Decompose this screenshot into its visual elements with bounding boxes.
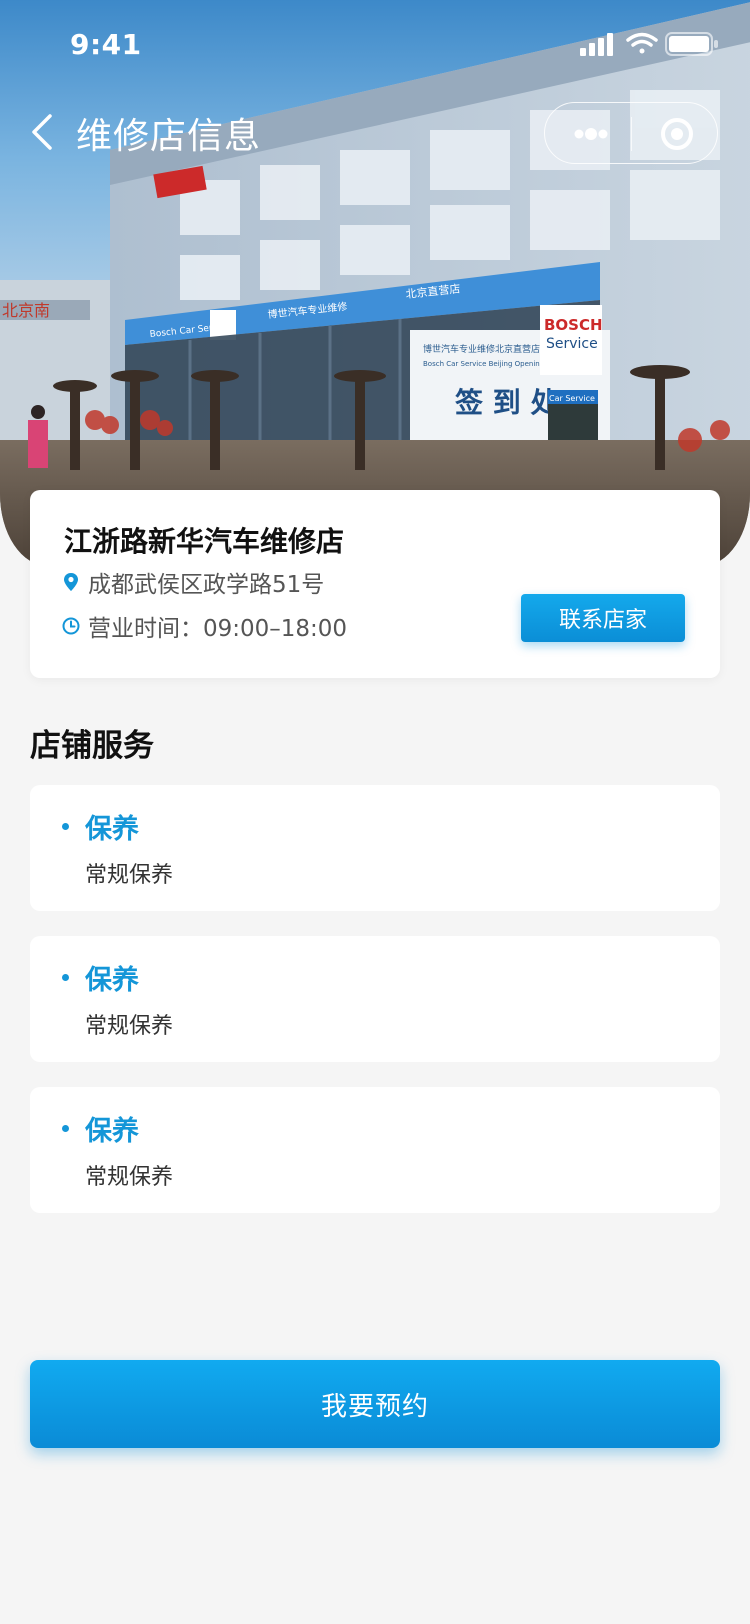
contact-shop-button[interactable]: 联系店家 [521, 594, 685, 642]
back-icon[interactable] [26, 110, 66, 154]
bullet-dot-icon [62, 974, 69, 981]
bullet-dot-icon [62, 1125, 69, 1132]
battery-icon [665, 32, 718, 56]
clock-icon [62, 615, 80, 637]
status-icons [580, 32, 718, 56]
board-line1: 博世汽车专业维修北京直营店 [423, 343, 540, 355]
service-desc: 常规保养 [85, 1014, 174, 1039]
service-name: 保养 [85, 1116, 139, 1147]
board-line2: Bosch Car Service Beijing Opening [423, 360, 544, 368]
signal-icon [580, 33, 613, 56]
wifi-icon [626, 32, 658, 54]
more-icon[interactable] [563, 115, 619, 153]
book-appointment-button[interactable]: 我要预约 [30, 1360, 720, 1448]
service-sign-text: Service [546, 336, 598, 352]
capsule-divider [631, 117, 632, 151]
shop-address-row: 成都武侯区政学路51号 [62, 566, 324, 598]
service-name: 保养 [85, 965, 139, 996]
shop-info-card: 江浙路新华汽车维修店 成都武侯区政学路51号 营业时间：09:00–18:00 … [30, 490, 720, 678]
shop-address: 成都武侯区政学路51号 [88, 572, 325, 598]
status-bar: 9:41 [0, 0, 750, 88]
bosch-sign-text: BOSCH [544, 316, 603, 334]
board-title: 签 到 处 [455, 386, 559, 419]
service-desc: 常规保养 [85, 863, 174, 888]
services-section-title: 店铺服务 [30, 728, 154, 764]
service-card[interactable]: 保养 常规保养 [30, 1087, 720, 1213]
car-service-sign-text: Car Service [549, 394, 595, 403]
mini-program-capsule [544, 102, 718, 164]
shop-hours: 营业时间：09:00–18:00 [88, 616, 348, 642]
service-card[interactable]: 保养 常规保养 [30, 785, 720, 911]
bullet-dot-icon [62, 823, 69, 830]
service-desc: 常规保养 [85, 1165, 174, 1190]
shop-hours-row: 营业时间：09:00–18:00 [62, 610, 347, 642]
page-title: 维修店信息 [76, 116, 262, 157]
location-pin-icon [62, 571, 80, 593]
close-mini-program-icon[interactable] [649, 115, 705, 153]
service-name: 保养 [85, 814, 139, 845]
service-card[interactable]: 保养 常规保养 [30, 936, 720, 1062]
shop-name: 江浙路新华汽车维修店 [64, 525, 345, 558]
status-time: 9:41 [70, 28, 142, 61]
left-building-sign: 北京南 [2, 301, 50, 320]
